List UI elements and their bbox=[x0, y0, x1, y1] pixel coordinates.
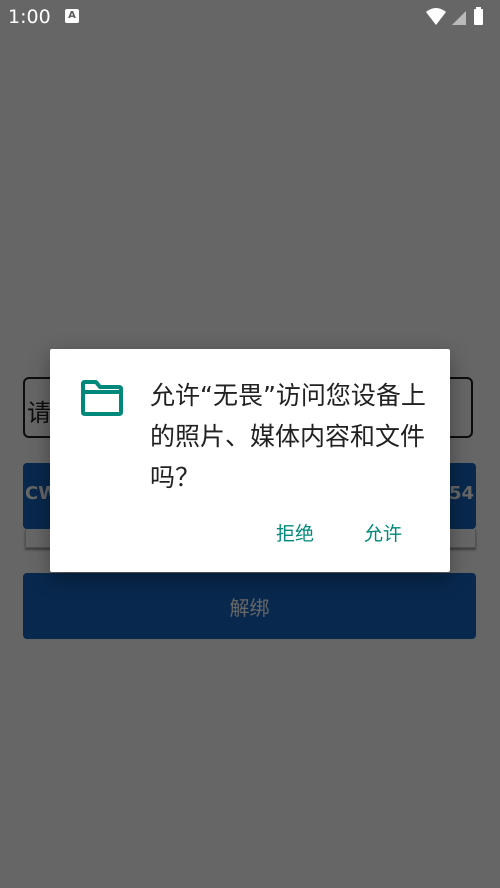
signal-icon bbox=[452, 11, 466, 25]
notification-icon: A bbox=[65, 9, 79, 23]
status-time: 1:00 bbox=[8, 6, 51, 28]
status-bar: 1:00 A bbox=[0, 0, 500, 34]
folder-icon bbox=[81, 380, 123, 416]
deny-button[interactable]: 拒绝 bbox=[272, 517, 318, 548]
battery-icon bbox=[474, 9, 483, 25]
wifi-icon bbox=[426, 8, 446, 25]
status-icons bbox=[426, 7, 483, 25]
allow-button[interactable]: 允许 bbox=[360, 517, 406, 548]
permission-dialog: 允许“无畏”访问您设备上的照片、媒体内容和文件吗？ 拒绝 允许 bbox=[50, 349, 450, 572]
dialog-message: 允许“无畏”访问您设备上的照片、媒体内容和文件吗？ bbox=[150, 381, 426, 492]
